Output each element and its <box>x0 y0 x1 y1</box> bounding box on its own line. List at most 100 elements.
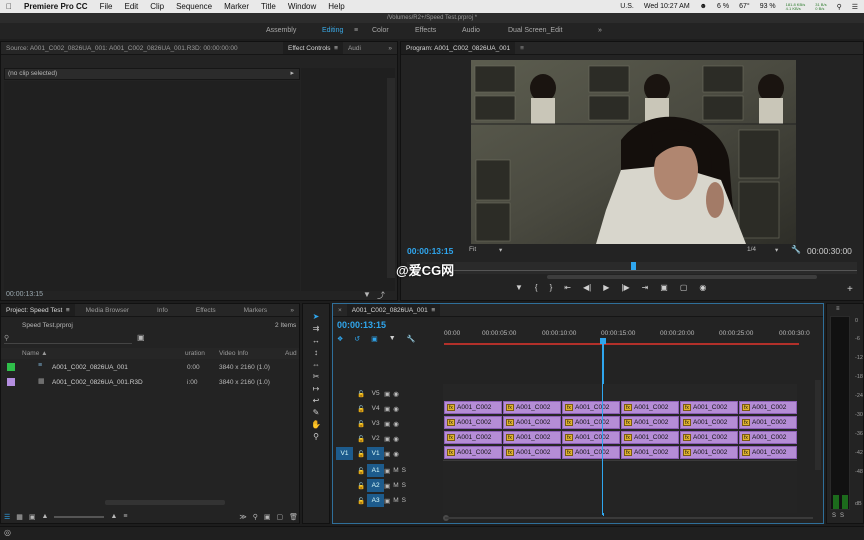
mute-icon[interactable]: M <box>393 497 398 504</box>
tab-info[interactable]: Info <box>152 304 173 316</box>
sync-lock-icon[interactable]: ▣ <box>384 450 390 458</box>
sync-lock-icon[interactable]: ▣ <box>384 420 390 428</box>
menu-marker[interactable]: Marker <box>218 2 255 11</box>
tab-media-browser[interactable]: Media Browser <box>81 304 134 316</box>
timeline-clip[interactable]: fx A001_C002 <box>680 416 738 429</box>
timeline-clip[interactable]: fx A001_C002 <box>503 431 561 444</box>
disk-stat[interactable]: 31 B/s 0 B/s <box>815 2 826 11</box>
new-bin-icon[interactable]: ▣ <box>137 333 145 342</box>
step-back-icon[interactable]: ◀| <box>583 283 591 297</box>
panel-menu-icon[interactable]: ≡ <box>66 307 70 314</box>
timeline-clip[interactable]: fx A001_C002 <box>562 401 620 414</box>
fit-dropdown[interactable]: Fit ▾ <box>469 246 511 257</box>
ripple-edit-tool-icon[interactable]: ↔ <box>312 336 320 345</box>
slip-tool-icon[interactable]: ↦ <box>313 384 320 393</box>
timeline-clip[interactable]: fx A001_C002 <box>444 401 502 414</box>
timeline-clip[interactable]: fx A001_C002 <box>739 416 797 429</box>
track-name[interactable]: V4 <box>367 402 384 415</box>
timeline-clip[interactable]: fx A001_C002 <box>739 431 797 444</box>
add-marker-icon[interactable]: ▼ <box>389 335 396 343</box>
mute-icon[interactable]: M <box>393 482 398 489</box>
lock-icon[interactable]: 🔓 <box>357 435 365 443</box>
sort-icons-icon[interactable]: ≡ <box>123 513 127 520</box>
workspace-editing[interactable]: Editing <box>322 27 343 34</box>
new-bin-icon[interactable]: ▣ <box>264 513 271 521</box>
automate-icon[interactable]: ≫ <box>239 513 246 521</box>
tab-markers[interactable]: Markers <box>239 304 272 316</box>
network-stat[interactable]: 181.8 KB/s 4.1 KB/s <box>786 2 806 11</box>
lock-icon[interactable]: 🔓 <box>357 405 365 413</box>
extract-icon[interactable]: ▢ <box>680 283 688 297</box>
new-item-icon[interactable]: ▢ <box>276 513 283 521</box>
eye-icon[interactable]: ◉ <box>393 390 399 398</box>
eye-icon[interactable]: ◉ <box>393 435 399 443</box>
project-search-input[interactable]: ⚲ <box>4 334 132 344</box>
input-source[interactable]: U.S. <box>620 3 634 10</box>
razor-tool-icon[interactable]: ✂ <box>313 372 320 381</box>
workspace-effects[interactable]: Effects <box>415 27 436 34</box>
status-icon[interactable]: ◎ <box>4 528 11 537</box>
mark-out-icon[interactable]: } <box>550 283 553 297</box>
menu-file[interactable]: File <box>94 2 119 11</box>
sync-lock-icon[interactable]: ▣ <box>384 405 390 413</box>
panel-menu-icon[interactable]: ≡ <box>334 45 338 52</box>
timeline-clip[interactable]: fx A001_C002 <box>503 416 561 429</box>
wrench-icon[interactable]: 🔧 <box>791 245 801 254</box>
project-h-scroll[interactable] <box>1 500 299 506</box>
tab-program[interactable]: Program: A001_C002_0826UA_001 <box>401 42 516 54</box>
menu-list-icon[interactable]: ☰ <box>852 3 858 11</box>
person-icon[interactable]: ☻ <box>700 3 707 10</box>
track-name[interactable]: V5 <box>367 387 384 400</box>
tab-source[interactable]: Source: A001_C002_0826UA_001: A001_C002_… <box>1 42 283 54</box>
resolution-dropdown[interactable]: 1/4 ▾ <box>747 246 787 257</box>
tab-audio[interactable]: Audi <box>343 42 366 54</box>
scroll-track[interactable] <box>445 517 813 519</box>
scrollbar[interactable] <box>387 78 395 278</box>
step-forward-icon[interactable]: |▶ <box>621 283 629 297</box>
track-name[interactable]: V3 <box>367 417 384 430</box>
lift-icon[interactable]: ▣ <box>660 283 668 297</box>
workspace-editing-menu-icon[interactable]: ≡ <box>354 27 358 34</box>
program-time-ruler[interactable] <box>407 262 857 274</box>
zoom-bar[interactable] <box>407 275 857 279</box>
timeline-clip[interactable]: fx A001_C002 <box>503 446 561 459</box>
menu-edit[interactable]: Edit <box>118 2 144 11</box>
filter-icon[interactable]: ▼ <box>363 290 371 299</box>
col-duration[interactable]: uration <box>185 350 205 357</box>
menu-help[interactable]: Help <box>322 2 350 11</box>
camera-icon[interactable]: ◉ <box>699 283 706 297</box>
add-button-icon[interactable]: + <box>847 284 853 295</box>
panel-menu-icon[interactable]: ≡ <box>431 307 435 314</box>
program-video-frame[interactable] <box>471 60 796 244</box>
menu-sequence[interactable]: Sequence <box>170 2 218 11</box>
menu-title[interactable]: Title <box>255 2 282 11</box>
solo-icon[interactable]: S <box>402 497 406 504</box>
timeline-clip[interactable]: fx A001_C002 <box>444 416 502 429</box>
meter-solo-right[interactable]: S <box>840 513 844 519</box>
eye-icon[interactable]: ◉ <box>393 405 399 413</box>
timeline-clip[interactable]: fx A001_C002 <box>562 416 620 429</box>
temp-stat[interactable]: 67° <box>739 3 750 10</box>
timeline-clip[interactable]: fx A001_C002 <box>444 446 502 459</box>
lock-icon[interactable]: 🔓 <box>357 420 365 428</box>
audio-track-lanes[interactable] <box>443 461 797 513</box>
battery-stat[interactable]: 93 % <box>760 3 776 10</box>
rolling-edit-tool-icon[interactable]: ↕ <box>314 348 318 357</box>
track-name[interactable]: V2 <box>367 432 384 445</box>
sync-lock-icon[interactable]: ▣ <box>384 497 390 505</box>
mark-in-icon[interactable]: { <box>535 283 538 297</box>
zoom-bar-handle[interactable] <box>547 275 817 279</box>
hand-tool-icon[interactable]: ✋ <box>311 420 321 429</box>
track-name[interactable]: A1 <box>367 464 385 477</box>
sync-lock-icon[interactable]: ▣ <box>384 467 390 475</box>
tab-sequence[interactable]: A001_C002_0826UA_001 ≡ <box>346 304 441 316</box>
timeline-ruler[interactable]: 00:00 00:00:05:00 00:00:10:00 00:00:15:0… <box>444 322 819 346</box>
tab-project[interactable]: Project: Speed Test ≡ <box>1 304 75 316</box>
source-patch-v1[interactable]: V1 <box>336 447 353 460</box>
timeline-clip[interactable]: fx A001_C002 <box>562 446 620 459</box>
timeline-clip[interactable]: fx A001_C002 <box>680 401 738 414</box>
app-menu[interactable]: Premiere Pro CC <box>18 2 94 11</box>
program-timecode[interactable]: 00:00:13:15 <box>407 246 453 256</box>
table-row[interactable]: ▦ A001_C002_0826UA_001.R3D i:00 3840 x 2… <box>1 376 299 389</box>
playhead-marker[interactable] <box>631 262 636 270</box>
